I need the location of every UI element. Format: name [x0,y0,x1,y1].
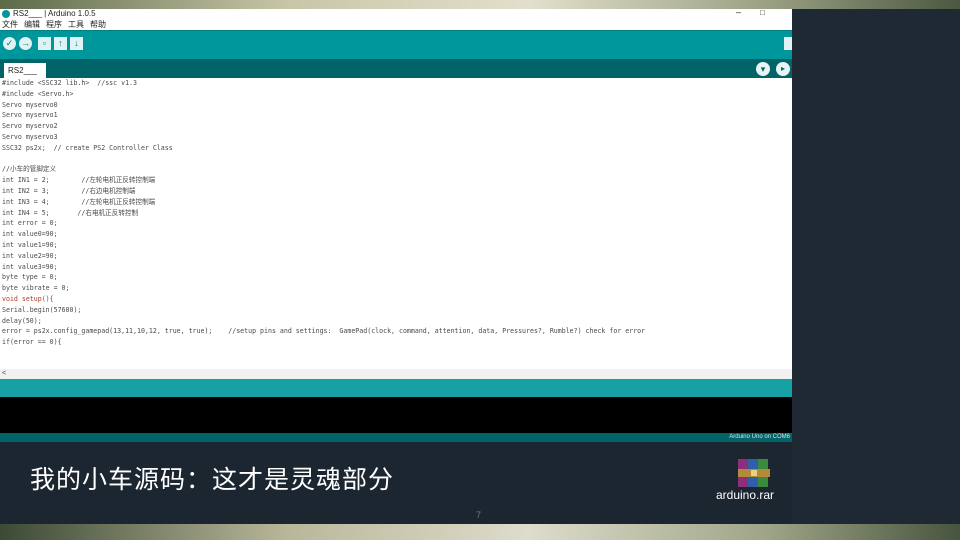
page-number: 7 [476,510,482,520]
board-port-label: Arduino Uno on COM6 [729,434,790,440]
code-line: int IN2 = 3; //右边电机控制端 [2,186,136,195]
code-line: int error = 0; [2,219,58,228]
open-button[interactable]: ↑ [54,37,67,50]
code-line: Servo myservo1 [2,111,58,120]
code-line: void setup(){ [2,294,54,303]
tab-bar: RS2___ ▾ ▸ [0,59,792,78]
minimize-button[interactable]: – [736,9,741,17]
tab-extra-button[interactable]: ▸ [776,62,790,76]
tab-extra-icon: ▸ [780,64,785,73]
window-title: RS2___ | Arduino 1.0.5 [13,9,96,18]
arrow-up-icon: ↑ [58,38,63,48]
menu-help[interactable]: 帮助 [90,19,106,30]
code-line: int IN3 = 4; //左轮电机正反转控制端 [2,197,156,206]
code-line: int IN1 = 2; //左轮电机正反转控制端 [2,176,156,185]
code-line: //小车的管脚定义 [2,165,57,174]
window-titlebar: RS2___ | Arduino 1.0.5 – □ [0,9,792,19]
menu-tools[interactable]: 工具 [68,19,84,30]
code-line: SSC32 ps2x; // create PS2 Controller Cla… [2,143,173,152]
code-line: int value1=90; [2,240,58,249]
maximize-button[interactable]: □ [760,9,765,18]
menu-bar: 文件 编辑 程序 工具 帮助 [0,19,792,30]
menu-edit[interactable]: 编辑 [24,19,40,30]
attachment-file[interactable]: arduino.rar [716,451,792,505]
new-file-icon: ▫ [42,38,47,48]
new-button[interactable]: ▫ [38,37,51,50]
code-line: int value0=90; [2,230,58,239]
slide-caption: 我的小车源码：这才是灵魂部分 [30,465,395,494]
toolbar: ✓ → ▫ ↑ ↓ [0,30,792,60]
code-line: byte vibrate = 0; [2,284,70,293]
code-line: int value2=90; [2,251,58,260]
code-line: Servo myservo0 [2,100,58,109]
check-icon: ✓ [5,38,14,48]
save-button[interactable]: ↓ [70,37,83,50]
arduino-app-icon [2,10,10,18]
code-line: Serial.begin(57600); [2,305,82,314]
arrow-down-icon: ↓ [74,38,79,48]
serial-monitor-button[interactable] [784,37,792,50]
console-output [0,397,792,437]
code-line: if(error == 0){ [2,338,62,347]
code-line: #include <Servo.h> [2,89,74,98]
upload-button[interactable]: → [19,37,32,50]
winrar-archive-icon [738,459,770,487]
chevron-down-icon: ▾ [760,64,766,74]
code-line: int value3=90; [2,262,58,271]
menu-file[interactable]: 文件 [2,19,18,30]
code-line: delay(50); [2,316,42,325]
code-line: #include <SSC32 lib.h> //ssc v1.3 [2,79,137,87]
slide-bottom-border [0,524,960,540]
status-bar [0,379,792,397]
code-editor[interactable]: #include <SSC32 lib.h> //ssc v1.3 #inclu… [0,78,792,369]
code-line: Servo myservo2 [2,122,58,131]
menu-sketch[interactable]: 程序 [46,19,62,30]
tab-sketch[interactable]: RS2___ [4,63,46,78]
slide-side-panel [792,9,960,524]
code-line: Servo myservo3 [2,132,58,141]
verify-button[interactable]: ✓ [3,37,16,50]
board-status-footer: Arduino Uno on COM6 [0,433,792,442]
horizontal-scrollbar[interactable]: < [0,369,792,379]
code-line: error = ps2x.config_gamepad(13,11,10,12,… [2,327,646,336]
code-line: byte type = 0; [2,273,58,282]
code-line: int IN4 = 5; //右电机正反转控制 [2,208,139,217]
slide-top-border [0,0,960,9]
attachment-filename: arduino.rar [716,488,775,502]
arduino-ide-window: RS2___ | Arduino 1.0.5 – □ 文件 编辑 程序 工具 帮… [0,9,792,437]
tab-menu-button[interactable]: ▾ [756,62,770,76]
arrow-right-icon: → [21,38,30,48]
